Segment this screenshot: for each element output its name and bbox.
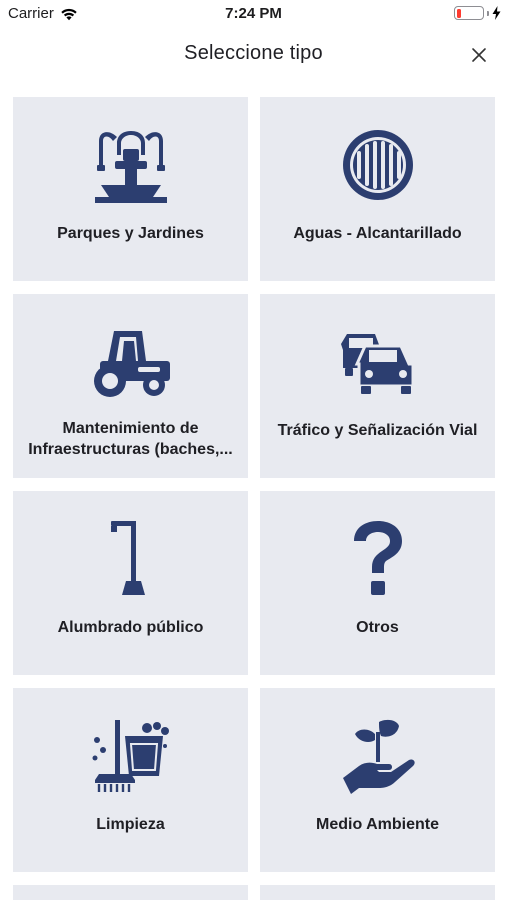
status-bar: Carrier 7:24 PM <box>0 0 507 28</box>
category-card-alumbrado[interactable]: Alumbrado público <box>13 491 248 675</box>
traffic-cars-icon <box>340 334 414 394</box>
category-label: Medio Ambiente <box>316 816 439 833</box>
close-button[interactable] <box>465 41 493 69</box>
category-label: Mantenimiento de Infraestructuras (bache… <box>28 420 233 458</box>
charging-bolt-icon <box>492 6 501 20</box>
category-card-aguas[interactable]: Aguas - Alcantarillado <box>260 97 495 281</box>
question-mark-icon <box>353 521 402 595</box>
category-card-otros[interactable]: Otros <box>260 491 495 675</box>
clock: 7:24 PM <box>225 5 282 22</box>
category-card-limpieza[interactable]: Limpieza <box>13 688 248 872</box>
cleaning-bucket-icon <box>92 720 169 792</box>
category-label: Tráfico y Señalización Vial <box>277 422 478 439</box>
category-label: Aguas - Alcantarillado <box>293 225 462 242</box>
sewer-grate-icon <box>342 130 413 200</box>
close-icon <box>471 47 487 63</box>
battery-icon <box>454 6 484 20</box>
nav-bar: Seleccione tipo <box>0 30 507 80</box>
category-card-partial[interactable] <box>260 885 495 900</box>
road-roller-icon <box>93 331 170 397</box>
category-label: Otros <box>356 619 399 636</box>
category-card-parques[interactable]: Parques y Jardines <box>13 97 248 281</box>
category-card-mantenimiento[interactable]: Mantenimiento de Infraestructuras (bache… <box>13 294 248 478</box>
category-card-partial[interactable] <box>13 885 248 900</box>
category-label: Alumbrado público <box>57 619 204 636</box>
fountain-icon <box>94 131 167 203</box>
category-card-medio-ambiente[interactable]: Medio Ambiente <box>260 688 495 872</box>
street-lamp-icon <box>110 521 145 595</box>
category-card-trafico[interactable]: Tráfico y Señalización Vial <box>260 294 495 478</box>
plant-hand-icon <box>342 719 415 794</box>
category-label: Parques y Jardines <box>57 225 204 242</box>
page-title: Seleccione tipo <box>184 42 323 64</box>
category-label: Limpieza <box>96 816 165 833</box>
